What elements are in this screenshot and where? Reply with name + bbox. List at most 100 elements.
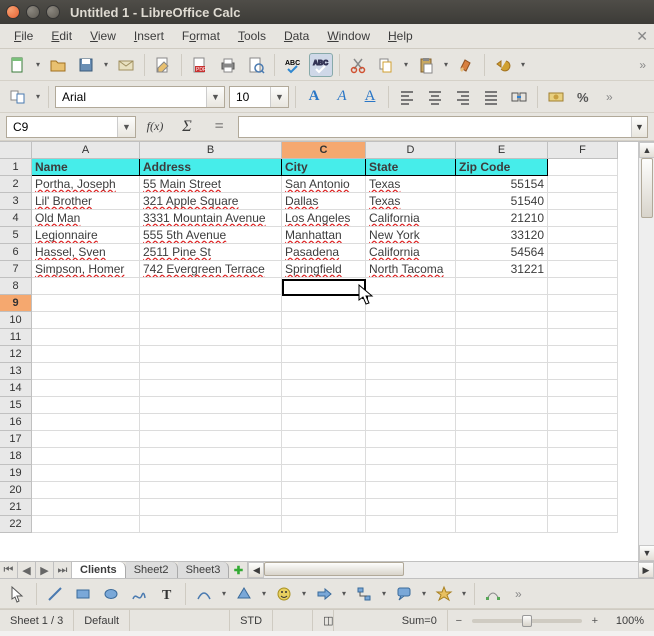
new-doc-dropdown[interactable]: ▾ xyxy=(34,60,42,69)
menu-data[interactable]: Data xyxy=(276,26,317,46)
cell-C1[interactable]: City xyxy=(282,159,366,176)
save-button[interactable] xyxy=(74,53,98,77)
cell-B14[interactable] xyxy=(140,380,282,397)
vertical-scrollbar[interactable]: ▲ ▼ xyxy=(638,142,654,561)
cell-D12[interactable] xyxy=(366,346,456,363)
row-header-20[interactable]: 20 xyxy=(0,482,32,499)
cell-B20[interactable] xyxy=(140,482,282,499)
cell-E15[interactable] xyxy=(456,397,548,414)
align-justify-button[interactable] xyxy=(479,85,503,109)
cell-F7[interactable] xyxy=(548,261,618,278)
print-preview-button[interactable] xyxy=(244,53,268,77)
cell-E14[interactable] xyxy=(456,380,548,397)
cell-D2[interactable]: Texas xyxy=(366,176,456,193)
cell-A12[interactable] xyxy=(32,346,140,363)
cell-C7[interactable]: Springfield xyxy=(282,261,366,278)
drawing-overflow-icon[interactable]: » xyxy=(513,587,524,601)
zoom-slider-knob[interactable] xyxy=(522,615,532,627)
cell-D15[interactable] xyxy=(366,397,456,414)
cell-A5[interactable]: Legionnaire xyxy=(32,227,140,244)
cell-E17[interactable] xyxy=(456,431,548,448)
cell-E1[interactable]: Zip Code xyxy=(456,159,548,176)
cell-F8[interactable] xyxy=(548,278,618,295)
window-maximize-button[interactable] xyxy=(46,5,60,19)
row-header-10[interactable]: 10 xyxy=(0,312,32,329)
formatting-overflow-icon[interactable]: » xyxy=(604,90,615,104)
cell-C22[interactable] xyxy=(282,516,366,533)
cell-B5[interactable]: 555 5th Avenue xyxy=(140,227,282,244)
cell-F14[interactable] xyxy=(548,380,618,397)
ellipse-tool-button[interactable] xyxy=(99,582,123,606)
cell-B15[interactable] xyxy=(140,397,282,414)
cell-A13[interactable] xyxy=(32,363,140,380)
cell-D3[interactable]: Texas xyxy=(366,193,456,210)
cell-C3[interactable]: Dallas xyxy=(282,193,366,210)
tab-prev-button[interactable]: ◀ xyxy=(18,562,36,578)
cell-E20[interactable] xyxy=(456,482,548,499)
flowchart-button[interactable] xyxy=(352,582,376,606)
cell-E19[interactable] xyxy=(456,465,548,482)
tab-last-button[interactable]: ⏭ xyxy=(54,562,72,578)
row-header-4[interactable]: 4 xyxy=(0,210,32,227)
menu-close-icon[interactable]: ✕ xyxy=(636,28,648,45)
cell-A3[interactable]: Lil' Brother xyxy=(32,193,140,210)
underline-button[interactable]: A xyxy=(358,86,382,108)
undo-button[interactable] xyxy=(491,53,515,77)
rect-tool-button[interactable] xyxy=(71,582,95,606)
cell-A4[interactable]: Old Man xyxy=(32,210,140,227)
font-size-arrow-icon[interactable]: ▼ xyxy=(270,87,288,107)
zoom-slider[interactable] xyxy=(472,619,582,623)
cell-C9[interactable] xyxy=(282,295,366,312)
cell-C8[interactable] xyxy=(282,278,366,295)
autospell-button[interactable]: ABC xyxy=(309,53,333,77)
col-header-D[interactable]: D xyxy=(366,142,456,159)
cell-E8[interactable] xyxy=(456,278,548,295)
freeform-tool-button[interactable] xyxy=(127,582,151,606)
percent-button[interactable]: % xyxy=(572,85,596,109)
cell-E7[interactable]: 31221 xyxy=(456,261,548,278)
menu-file[interactable]: File xyxy=(6,26,41,46)
cell-F10[interactable] xyxy=(548,312,618,329)
vscroll-thumb[interactable] xyxy=(641,158,653,218)
toolbar-overflow-icon[interactable]: » xyxy=(637,58,648,72)
callouts-dropdown[interactable]: ▾ xyxy=(420,589,428,598)
cell-C20[interactable] xyxy=(282,482,366,499)
function-wizard-button[interactable]: f(x) xyxy=(142,119,168,134)
cell-F13[interactable] xyxy=(548,363,618,380)
add-sheet-button[interactable]: ✚ xyxy=(229,562,247,578)
flowchart-dropdown[interactable]: ▾ xyxy=(380,589,388,598)
cell-D19[interactable] xyxy=(366,465,456,482)
cell-C19[interactable] xyxy=(282,465,366,482)
cell-A2[interactable]: Portha, Joseph xyxy=(32,176,140,193)
cell-B8[interactable] xyxy=(140,278,282,295)
cell-D7[interactable]: North Tacoma xyxy=(366,261,456,278)
cell-A6[interactable]: Hassel, Sven xyxy=(32,244,140,261)
copy-dropdown[interactable]: ▾ xyxy=(402,60,410,69)
stars-dropdown[interactable]: ▾ xyxy=(460,589,468,598)
symbol-shapes-dropdown[interactable]: ▾ xyxy=(300,589,308,598)
cell-F1[interactable] xyxy=(548,159,618,176)
cell-B18[interactable] xyxy=(140,448,282,465)
cell-A14[interactable] xyxy=(32,380,140,397)
basic-shapes-button[interactable] xyxy=(232,582,256,606)
cell-F19[interactable] xyxy=(548,465,618,482)
row-header-21[interactable]: 21 xyxy=(0,499,32,516)
row-header-19[interactable]: 19 xyxy=(0,465,32,482)
cell-F22[interactable] xyxy=(548,516,618,533)
cell-D22[interactable] xyxy=(366,516,456,533)
row-header-6[interactable]: 6 xyxy=(0,244,32,261)
cell-C11[interactable] xyxy=(282,329,366,346)
block-arrows-dropdown[interactable]: ▾ xyxy=(340,589,348,598)
cell-F2[interactable] xyxy=(548,176,618,193)
styles-button[interactable] xyxy=(6,85,30,109)
row-header-11[interactable]: 11 xyxy=(0,329,32,346)
sum-button[interactable]: Σ xyxy=(174,118,200,136)
name-box[interactable]: ▼ xyxy=(6,116,136,138)
italic-button[interactable]: A xyxy=(330,86,354,108)
row-header-12[interactable]: 12 xyxy=(0,346,32,363)
status-sum[interactable]: Sum=0 xyxy=(334,610,448,631)
formula-expand-icon[interactable]: ▼ xyxy=(631,117,647,137)
font-size-combo[interactable]: ▼ xyxy=(229,86,289,108)
cell-A7[interactable]: Simpson, Homer xyxy=(32,261,140,278)
row-header-2[interactable]: 2 xyxy=(0,176,32,193)
